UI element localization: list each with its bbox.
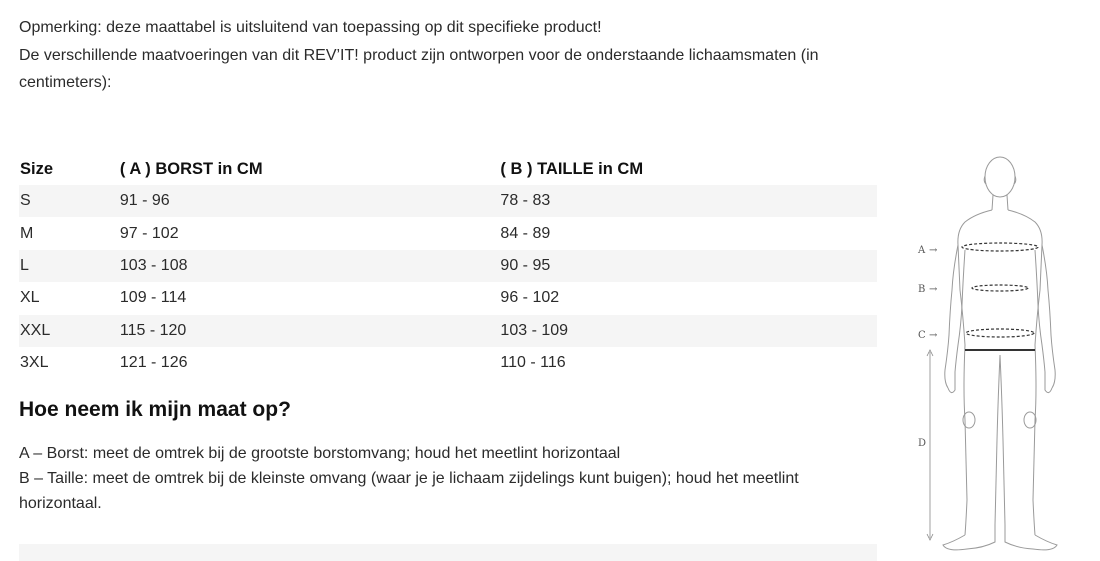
chest-cell: 115 - 120 xyxy=(119,314,501,347)
size-table: Size ( A ) BORST in CM ( B ) TAILLE in C… xyxy=(19,153,877,379)
waist-measure-line xyxy=(971,284,1029,292)
hip-measure-line xyxy=(965,328,1035,338)
header-waist: ( B ) TAILLE in CM xyxy=(500,159,644,178)
mannequin-illustration: A → B → C → D xyxy=(917,156,1058,551)
size-cell: 3XL xyxy=(20,354,49,372)
header-chest: ( A ) BORST in CM xyxy=(119,159,263,178)
table-row: S 91 - 96 78 - 83 xyxy=(19,185,877,218)
right-arm-outline xyxy=(1034,244,1056,389)
table-row: XXL 115 - 120 103 - 109 xyxy=(19,314,877,347)
intro-note: Opmerking: deze maattabel is uitsluitend… xyxy=(19,19,602,36)
size-cell: XXL xyxy=(19,314,120,347)
waist-cell: 96 - 102 xyxy=(500,289,560,307)
howto-chest: A – Borst: meet de omtrek bij de grootst… xyxy=(19,445,621,462)
howto-heading: Hoe neem ik mijn maat op? xyxy=(19,398,291,421)
waist-cell: 103 - 109 xyxy=(500,314,877,347)
size-cell: L xyxy=(19,249,120,283)
label-a: A xyxy=(917,245,926,256)
waist-cell: 90 - 95 xyxy=(500,249,877,283)
left-arm-outline xyxy=(944,244,966,389)
waist-cell: 84 - 89 xyxy=(500,224,551,242)
body-measurement-figure: A → B → C → D xyxy=(905,150,1075,555)
chest-cell: 97 - 102 xyxy=(119,224,179,242)
label-b: B xyxy=(918,284,925,295)
table-row: XL 109 - 114 96 - 102 xyxy=(19,282,877,314)
intro-text: Opmerking: deze maattabel is uitsluitend… xyxy=(19,14,839,97)
table-row: L 103 - 108 90 - 95 xyxy=(19,249,877,283)
chest-cell: 109 - 114 xyxy=(119,289,187,307)
table-row: 3XL 121 - 126 110 - 116 xyxy=(19,347,877,379)
torso-outline xyxy=(957,209,1043,346)
label-c: C xyxy=(918,330,926,341)
howto-waist: B – Taille: meet de omtrek bij de kleins… xyxy=(19,470,799,512)
chest-cell: 103 - 108 xyxy=(119,249,501,283)
intro-description: De verschillende maatvoeringen van dit R… xyxy=(19,46,819,92)
table-row: M 97 - 102 84 - 89 xyxy=(19,217,877,249)
label-c-arrow: → xyxy=(929,330,938,341)
label-b-arrow: → xyxy=(929,284,938,295)
howto-text: A – Borst: meet de omtrek bij de grootst… xyxy=(19,441,849,516)
head-outline xyxy=(984,156,1016,198)
label-a-arrow: → xyxy=(929,245,938,256)
chest-measure-line xyxy=(961,242,1039,252)
waist-cell: 78 - 83 xyxy=(500,185,877,218)
chest-cell: 121 - 126 xyxy=(119,354,188,372)
right-knee-outline xyxy=(1023,411,1037,429)
size-table-header: Size ( A ) BORST in CM ( B ) TAILLE in C… xyxy=(19,153,877,185)
waist-cell: 110 - 116 xyxy=(500,354,566,372)
label-d: D xyxy=(918,438,926,449)
legs-outline xyxy=(963,344,1037,536)
header-size: Size xyxy=(20,159,54,178)
size-cell: S xyxy=(19,185,120,218)
table-row-placeholder xyxy=(19,544,877,561)
chest-cell: 91 - 96 xyxy=(119,185,501,218)
feet-outline xyxy=(942,525,1058,551)
size-cell: XL xyxy=(20,289,40,307)
size-cell: M xyxy=(20,224,34,242)
ears-outline xyxy=(983,175,1017,185)
